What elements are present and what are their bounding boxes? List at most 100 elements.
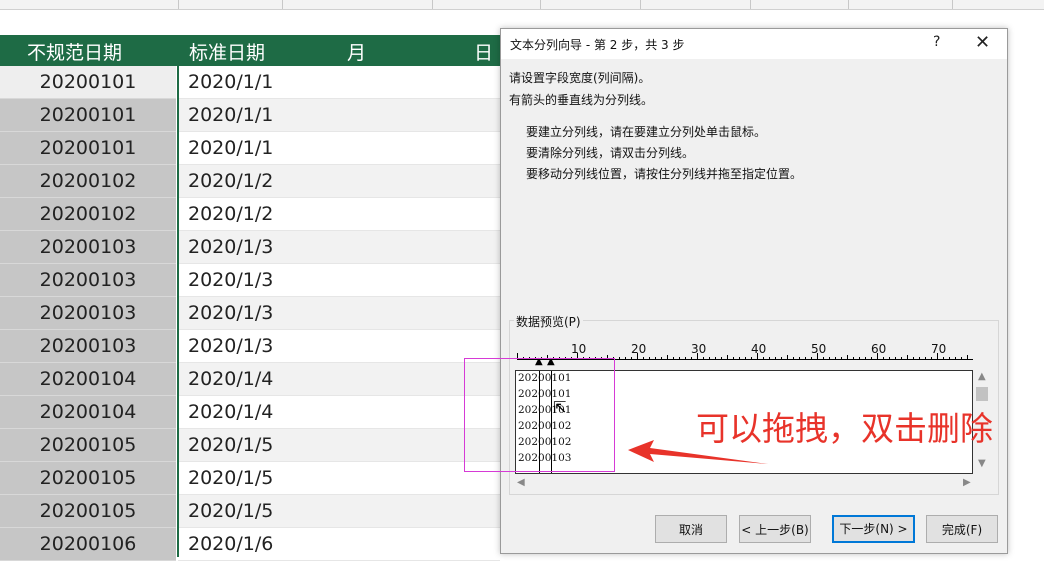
cell-irregular-date[interactable]: 20200104 [0, 396, 176, 429]
cell-standard-date[interactable]: 2020/1/6 [178, 528, 500, 561]
cell-irregular-date[interactable]: 20200101 [0, 99, 176, 132]
cell-standard-date[interactable]: 2020/1/5 [178, 462, 500, 495]
cell-irregular-date[interactable]: 20200106 [0, 528, 176, 561]
ruler-tick [835, 357, 836, 360]
cell-irregular-date[interactable]: 20200105 [0, 462, 176, 495]
spreadsheet-table: 不规范日期 标准日期 月 日 20200101 2020/1/1 20200101 2… [0, 35, 500, 561]
column-separator [540, 0, 541, 9]
table-row: 20200105 2020/1/5 [0, 429, 500, 462]
cell-irregular-date[interactable]: 20200105 [0, 495, 176, 528]
ruler-tick [685, 357, 686, 360]
cell-irregular-date[interactable]: 20200103 [0, 264, 176, 297]
ruler-tick [823, 357, 824, 360]
ruler-tick [655, 357, 656, 360]
ruler-tick [829, 357, 830, 360]
ruler-tick [883, 357, 884, 360]
cell-standard-date[interactable]: 2020/1/2 [178, 165, 500, 198]
help-icon[interactable]: ? [933, 34, 940, 50]
header-cell-month[interactable]: 月 [347, 38, 366, 65]
ruler-tick [925, 357, 926, 360]
ruler-tick [895, 357, 896, 360]
preview-horizontal-scrollbar[interactable]: ◀ ▶ [515, 474, 973, 490]
ruler-tick [901, 357, 902, 360]
ruler-tick [907, 355, 908, 360]
cell-standard-date[interactable]: 2020/1/5 [178, 495, 500, 528]
ruler-tick [751, 357, 752, 360]
scroll-up-icon[interactable]: ▲ [978, 371, 986, 382]
header-cell-irregular-date[interactable]: 不规范日期 [27, 38, 122, 65]
ruler-tick [853, 357, 854, 360]
table-row: 20200101 2020/1/1 [0, 132, 500, 165]
ruler-tick [739, 357, 740, 360]
ruler-tick [913, 357, 914, 360]
ruler-tick [733, 357, 734, 360]
dialog-title: 文本分列向导 - 第 2 步，共 3 步 [510, 38, 685, 52]
ruler-tick [625, 357, 626, 360]
cell-standard-date[interactable]: 2020/1/4 [178, 396, 500, 429]
cell-irregular-date[interactable]: 20200104 [0, 363, 176, 396]
ruler-tick [673, 357, 674, 360]
ruler-number: 50 [811, 342, 827, 356]
instruction-line-2: 有箭头的垂直线为分列线。 [509, 93, 654, 107]
scroll-thumb[interactable] [976, 387, 988, 401]
column-separator [640, 0, 641, 9]
cell-irregular-date[interactable]: 20200101 [0, 132, 176, 165]
text-to-columns-dialog: 文本分列向导 - 第 2 步，共 3 步 ? ✕ 请设置字段宽度(列间隔)。 有… [500, 28, 1008, 554]
cell-irregular-date[interactable]: 20200102 [0, 198, 176, 231]
ruler-tick [961, 357, 962, 360]
cell-irregular-date[interactable]: 20200103 [0, 297, 176, 330]
table-row: 20200101 2020/1/1 [0, 66, 500, 99]
cell-standard-date[interactable]: 2020/1/5 [178, 429, 500, 462]
close-icon[interactable]: ✕ [975, 32, 990, 53]
cell-standard-date[interactable]: 2020/1/3 [178, 231, 500, 264]
ruler-tick [805, 357, 806, 360]
header-cell-day[interactable]: 日 [474, 38, 493, 65]
ruler-tick [781, 357, 782, 360]
scroll-right-icon[interactable]: ▶ [963, 477, 971, 488]
table-body: 20200101 2020/1/1 20200101 2020/1/1 20200101… [0, 66, 500, 561]
data-preview-label: 数据预览(P) [514, 313, 583, 330]
cell-irregular-date[interactable]: 20200105 [0, 429, 176, 462]
ruler-tick [793, 357, 794, 360]
back-button[interactable]: < 上一步(B) [739, 515, 811, 543]
scroll-left-icon[interactable]: ◀ [517, 477, 525, 488]
ruler-tick [721, 357, 722, 360]
ruler-tick [889, 357, 890, 360]
cell-irregular-date[interactable]: 20200103 [0, 330, 176, 363]
cell-standard-date[interactable]: 2020/1/1 [178, 66, 500, 99]
cell-irregular-date[interactable]: 20200102 [0, 165, 176, 198]
header-cell-standard-date[interactable]: 标准日期 [189, 38, 265, 65]
ruler-tick [745, 357, 746, 360]
cell-standard-date[interactable]: 2020/1/4 [178, 363, 500, 396]
ruler-number: 40 [751, 342, 767, 356]
ruler-number: 60 [871, 342, 887, 356]
cell-irregular-date[interactable]: 20200103 [0, 231, 176, 264]
cancel-button[interactable]: 取消 [655, 515, 727, 543]
cell-standard-date[interactable]: 2020/1/3 [178, 297, 500, 330]
next-button[interactable]: 下一步(N) > [832, 515, 915, 543]
column-separator [848, 0, 849, 9]
table-row: 20200103 2020/1/3 [0, 330, 500, 363]
finish-button[interactable]: 完成(F) [926, 515, 998, 543]
cell-standard-date[interactable]: 2020/1/3 [178, 264, 500, 297]
cell-standard-date[interactable]: 2020/1/3 [178, 330, 500, 363]
highlight-box [464, 358, 615, 472]
column-divider [177, 35, 179, 557]
ruler-tick [661, 357, 662, 360]
mouse-cursor-icon: ⇱ [553, 398, 567, 417]
cell-standard-date[interactable]: 2020/1/1 [178, 99, 500, 132]
ruler-number: 20 [631, 342, 647, 356]
ruler-tick [919, 357, 920, 360]
ruler-tick [709, 357, 710, 360]
ruler-tick [649, 357, 650, 360]
ruler-tick [679, 357, 680, 360]
tip-move-break: 要移动分列线位置，请按住分列线并拖至指定位置。 [526, 167, 803, 181]
cell-standard-date[interactable]: 2020/1/1 [178, 132, 500, 165]
cell-standard-date[interactable]: 2020/1/2 [178, 198, 500, 231]
table-row: 20200104 2020/1/4 [0, 396, 500, 429]
ruler-tick [769, 357, 770, 360]
scroll-down-icon[interactable]: ▼ [978, 458, 986, 469]
table-row: 20200105 2020/1/5 [0, 495, 500, 528]
cell-irregular-date[interactable]: 20200101 [0, 66, 176, 99]
dialog-title-bar[interactable]: 文本分列向导 - 第 2 步，共 3 步 ? ✕ [501, 29, 1007, 59]
